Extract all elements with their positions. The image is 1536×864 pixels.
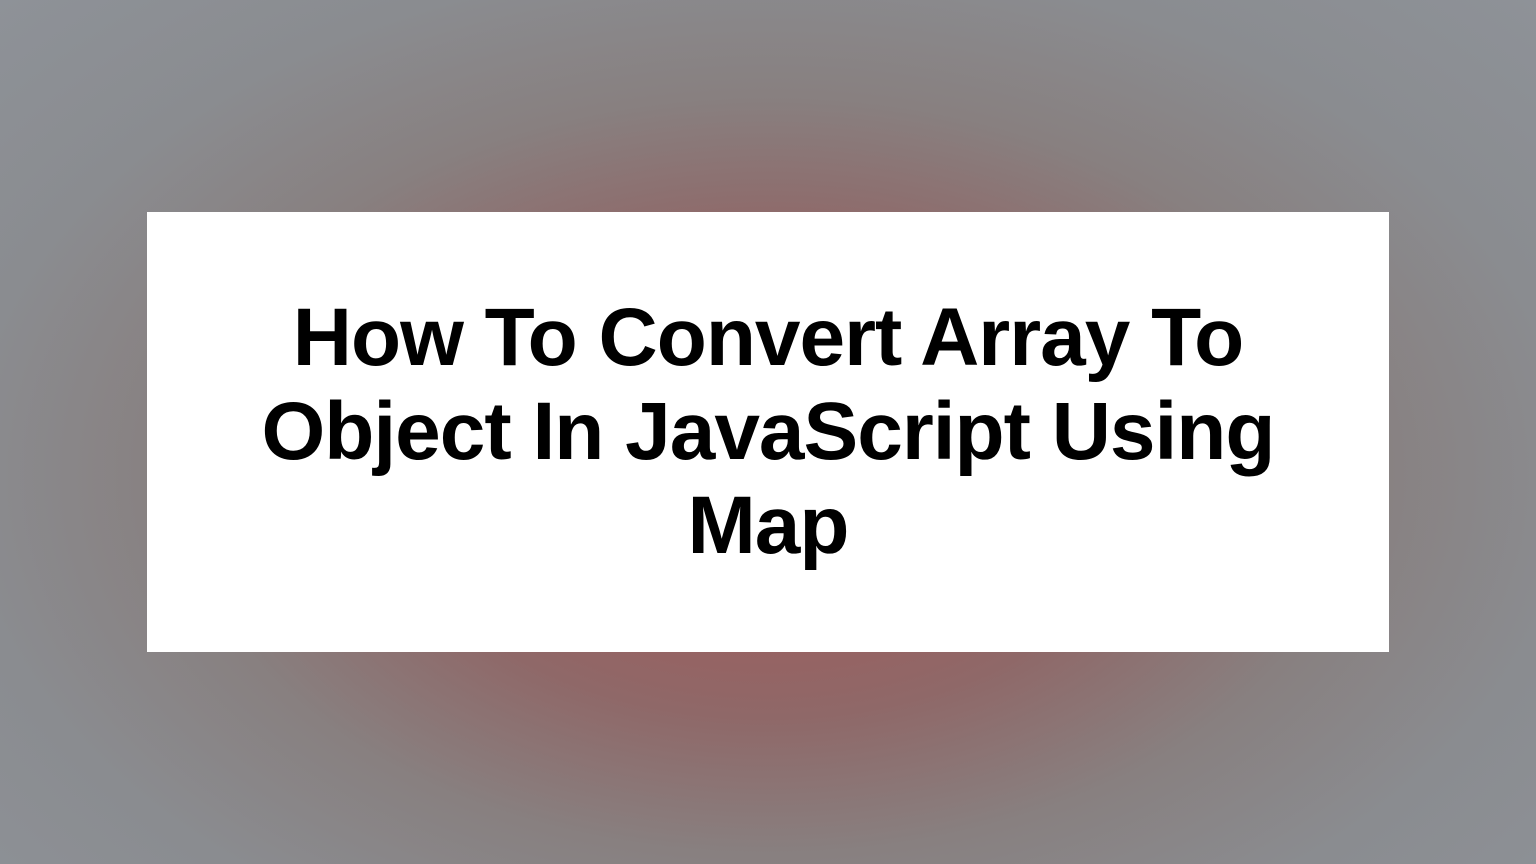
- gradient-background: How To Convert Array To Object In JavaSc…: [0, 0, 1536, 864]
- main-title: How To Convert Array To Object In JavaSc…: [227, 291, 1309, 574]
- title-card: How To Convert Array To Object In JavaSc…: [147, 212, 1389, 652]
